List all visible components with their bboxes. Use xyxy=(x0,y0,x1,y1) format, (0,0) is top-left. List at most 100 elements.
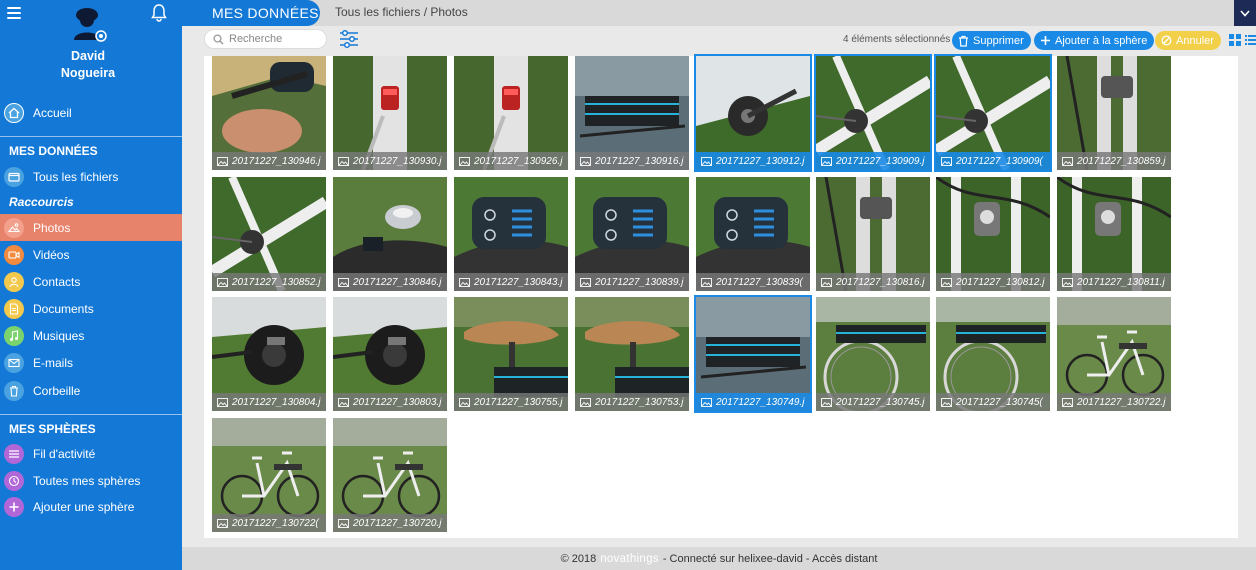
section-title-spheres: MES SPHÈRES xyxy=(9,422,96,436)
image-icon xyxy=(459,277,470,287)
add-to-sphere-label: Ajouter à la sphère xyxy=(1055,34,1148,47)
photo-caption: 20171227_130859.j xyxy=(1057,152,1171,170)
sidebar-item-documents[interactable]: Documents xyxy=(0,295,182,322)
mail-icon xyxy=(4,352,24,373)
sidebar-item-label: Accueil xyxy=(33,105,72,120)
photo-thumbnail[interactable]: 20171227_130846.j xyxy=(333,177,447,291)
photo-thumbnail[interactable]: 20171227_130720.j xyxy=(333,418,447,532)
search-input[interactable] xyxy=(229,33,319,45)
photo-thumbnail[interactable]: 20171227_130753.j xyxy=(575,297,689,411)
photo-caption: 20171227_130722.j xyxy=(1057,393,1171,411)
photo-filename: 20171227_130843.j xyxy=(474,276,563,288)
sidebar-item-label: Ajouter une sphère xyxy=(33,499,135,514)
photo-caption: 20171227_130812.j xyxy=(936,273,1050,291)
sidebar-item-all-spheres[interactable]: Toutes mes sphères xyxy=(0,467,182,494)
sidebar-item-all-files[interactable]: Tous les fichiers xyxy=(0,163,182,190)
photo-filename: 20171227_130816.j xyxy=(836,276,925,288)
photo-filename: 20171227_130859.j xyxy=(1077,155,1166,167)
sidebar-item-emails[interactable]: E-mails xyxy=(0,349,182,376)
photo-thumbnail[interactable]: 20171227_130745( xyxy=(936,297,1050,411)
section-title-data: MES DONNÉES xyxy=(9,144,98,158)
photo-thumbnail[interactable]: 20171227_130859.j xyxy=(1057,56,1171,170)
photo-filename: 20171227_130722.j xyxy=(1077,396,1166,408)
menu-icon[interactable] xyxy=(7,7,21,19)
image-icon xyxy=(941,397,952,407)
chevron-down-icon[interactable] xyxy=(1234,0,1256,26)
shortcuts-title: Raccourcis xyxy=(9,195,74,209)
image-icon xyxy=(1062,397,1073,407)
image-icon xyxy=(580,397,591,407)
delete-button-label: Supprimer xyxy=(973,34,1024,47)
photo-filename: 20171227_130930.j xyxy=(353,155,442,167)
photo-thumbnail[interactable]: 20171227_130909( xyxy=(934,54,1052,172)
photo-thumbnail[interactable]: 20171227_130909.j xyxy=(814,54,932,172)
photo-caption: 20171227_130946.j xyxy=(212,152,326,170)
photo-filename: 20171227_130804.j xyxy=(232,396,321,408)
photo-thumbnail[interactable]: 20171227_130745.j xyxy=(816,297,930,411)
cancel-button[interactable]: Annuler xyxy=(1155,31,1221,50)
image-icon xyxy=(338,277,349,287)
photo-thumbnail[interactable]: 20171227_130811.j xyxy=(1057,177,1171,291)
photo-filename: 20171227_130909( xyxy=(956,155,1043,167)
photo-icon xyxy=(4,217,24,238)
sidebar-item-musiques[interactable]: Musiques xyxy=(0,322,182,349)
sidebar-item-videos[interactable]: Vidéos xyxy=(0,241,182,268)
photo-thumbnail[interactable]: 20171227_130839.j xyxy=(575,177,689,291)
delete-button[interactable]: Supprimer xyxy=(952,31,1031,50)
add-to-sphere-button[interactable]: Ajouter à la sphère xyxy=(1034,31,1155,50)
sidebar-item-label: Toutes mes sphères xyxy=(33,473,141,488)
sidebar-item-add-sphere[interactable]: Ajouter une sphère xyxy=(0,493,182,520)
photo-thumbnail[interactable]: 20171227_130852.j xyxy=(212,177,326,291)
grid-view-icon[interactable] xyxy=(1229,34,1241,46)
photo-filename: 20171227_130926.j xyxy=(474,155,563,167)
sidebar-item-home[interactable]: Accueil xyxy=(0,99,182,126)
breadcrumb: Tous les fichiers / Photos xyxy=(335,5,468,19)
sidebar-item-contacts[interactable]: Contacts xyxy=(0,268,182,295)
list-view-icon[interactable] xyxy=(1245,34,1256,46)
image-icon xyxy=(701,156,712,166)
photo-filename: 20171227_130909.j xyxy=(836,155,925,167)
photo-thumbnail[interactable]: 20171227_130843.j xyxy=(454,177,568,291)
photo-caption: 20171227_130755.j xyxy=(454,393,568,411)
trash-icon xyxy=(957,35,969,47)
photo-filename: 20171227_130839.j xyxy=(595,276,684,288)
photo-thumbnail[interactable]: 20171227_130926.j xyxy=(454,56,568,170)
image-icon xyxy=(217,277,228,287)
photo-thumbnail[interactable]: 20171227_130812.j xyxy=(936,177,1050,291)
photo-thumbnail[interactable]: 20171227_130912.j xyxy=(694,54,812,172)
photo-thumbnail[interactable]: 20171227_130755.j xyxy=(454,297,568,411)
sidebar-item-feed[interactable]: Fil d'activité xyxy=(0,440,182,467)
photo-thumbnail[interactable]: 20171227_130722.j xyxy=(1057,297,1171,411)
photo-thumbnail[interactable]: 20171227_130803.j xyxy=(333,297,447,411)
avatar[interactable] xyxy=(71,4,107,42)
image-icon xyxy=(941,277,952,287)
sidebar-item-photos[interactable]: Photos xyxy=(0,214,182,241)
header: MES DONNÉES Tous les fichiers / Photos xyxy=(182,0,1256,26)
photo-caption: 20171227_130839.j xyxy=(575,273,689,291)
sidebar-item-label: Fil d'activité xyxy=(33,446,96,461)
photo-caption: 20171227_130816.j xyxy=(816,273,930,291)
photo-thumbnail[interactable]: 20171227_130804.j xyxy=(212,297,326,411)
trash-icon xyxy=(4,380,24,401)
toolbar: 4 éléments sélectionnés Supprimer Ajoute… xyxy=(182,26,1256,56)
section-tab[interactable]: MES DONNÉES xyxy=(182,0,320,26)
sidebar: David Nogueira Accueil MES DONNÉES Tous … xyxy=(0,0,182,570)
image-icon xyxy=(217,156,228,166)
photo-filename: 20171227_130803.j xyxy=(353,396,442,408)
photo-thumbnail[interactable]: 20171227_130930.j xyxy=(333,56,447,170)
filter-icon[interactable] xyxy=(339,29,359,49)
photo-filename: 20171227_130812.j xyxy=(956,276,1045,288)
sidebar-item-corbeille[interactable]: Corbeille xyxy=(0,377,182,404)
sidebar-item-label: Contacts xyxy=(33,274,81,289)
photo-thumbnail[interactable]: 20171227_130916.j xyxy=(575,56,689,170)
photo-thumbnail[interactable]: 20171227_130816.j xyxy=(816,177,930,291)
photo-thumbnail[interactable]: 20171227_130749.j xyxy=(694,295,812,413)
photo-thumbnail[interactable]: 20171227_130946.j xyxy=(212,56,326,170)
bell-icon[interactable] xyxy=(151,4,167,25)
image-icon xyxy=(701,397,712,407)
photo-thumbnail[interactable]: 20171227_130839( xyxy=(696,177,810,291)
cancel-icon xyxy=(1160,35,1172,47)
sidebar-item-label: E-mails xyxy=(33,355,74,370)
photo-filename: 20171227_130745( xyxy=(956,396,1043,408)
photo-thumbnail[interactable]: 20171227_130722( xyxy=(212,418,326,532)
